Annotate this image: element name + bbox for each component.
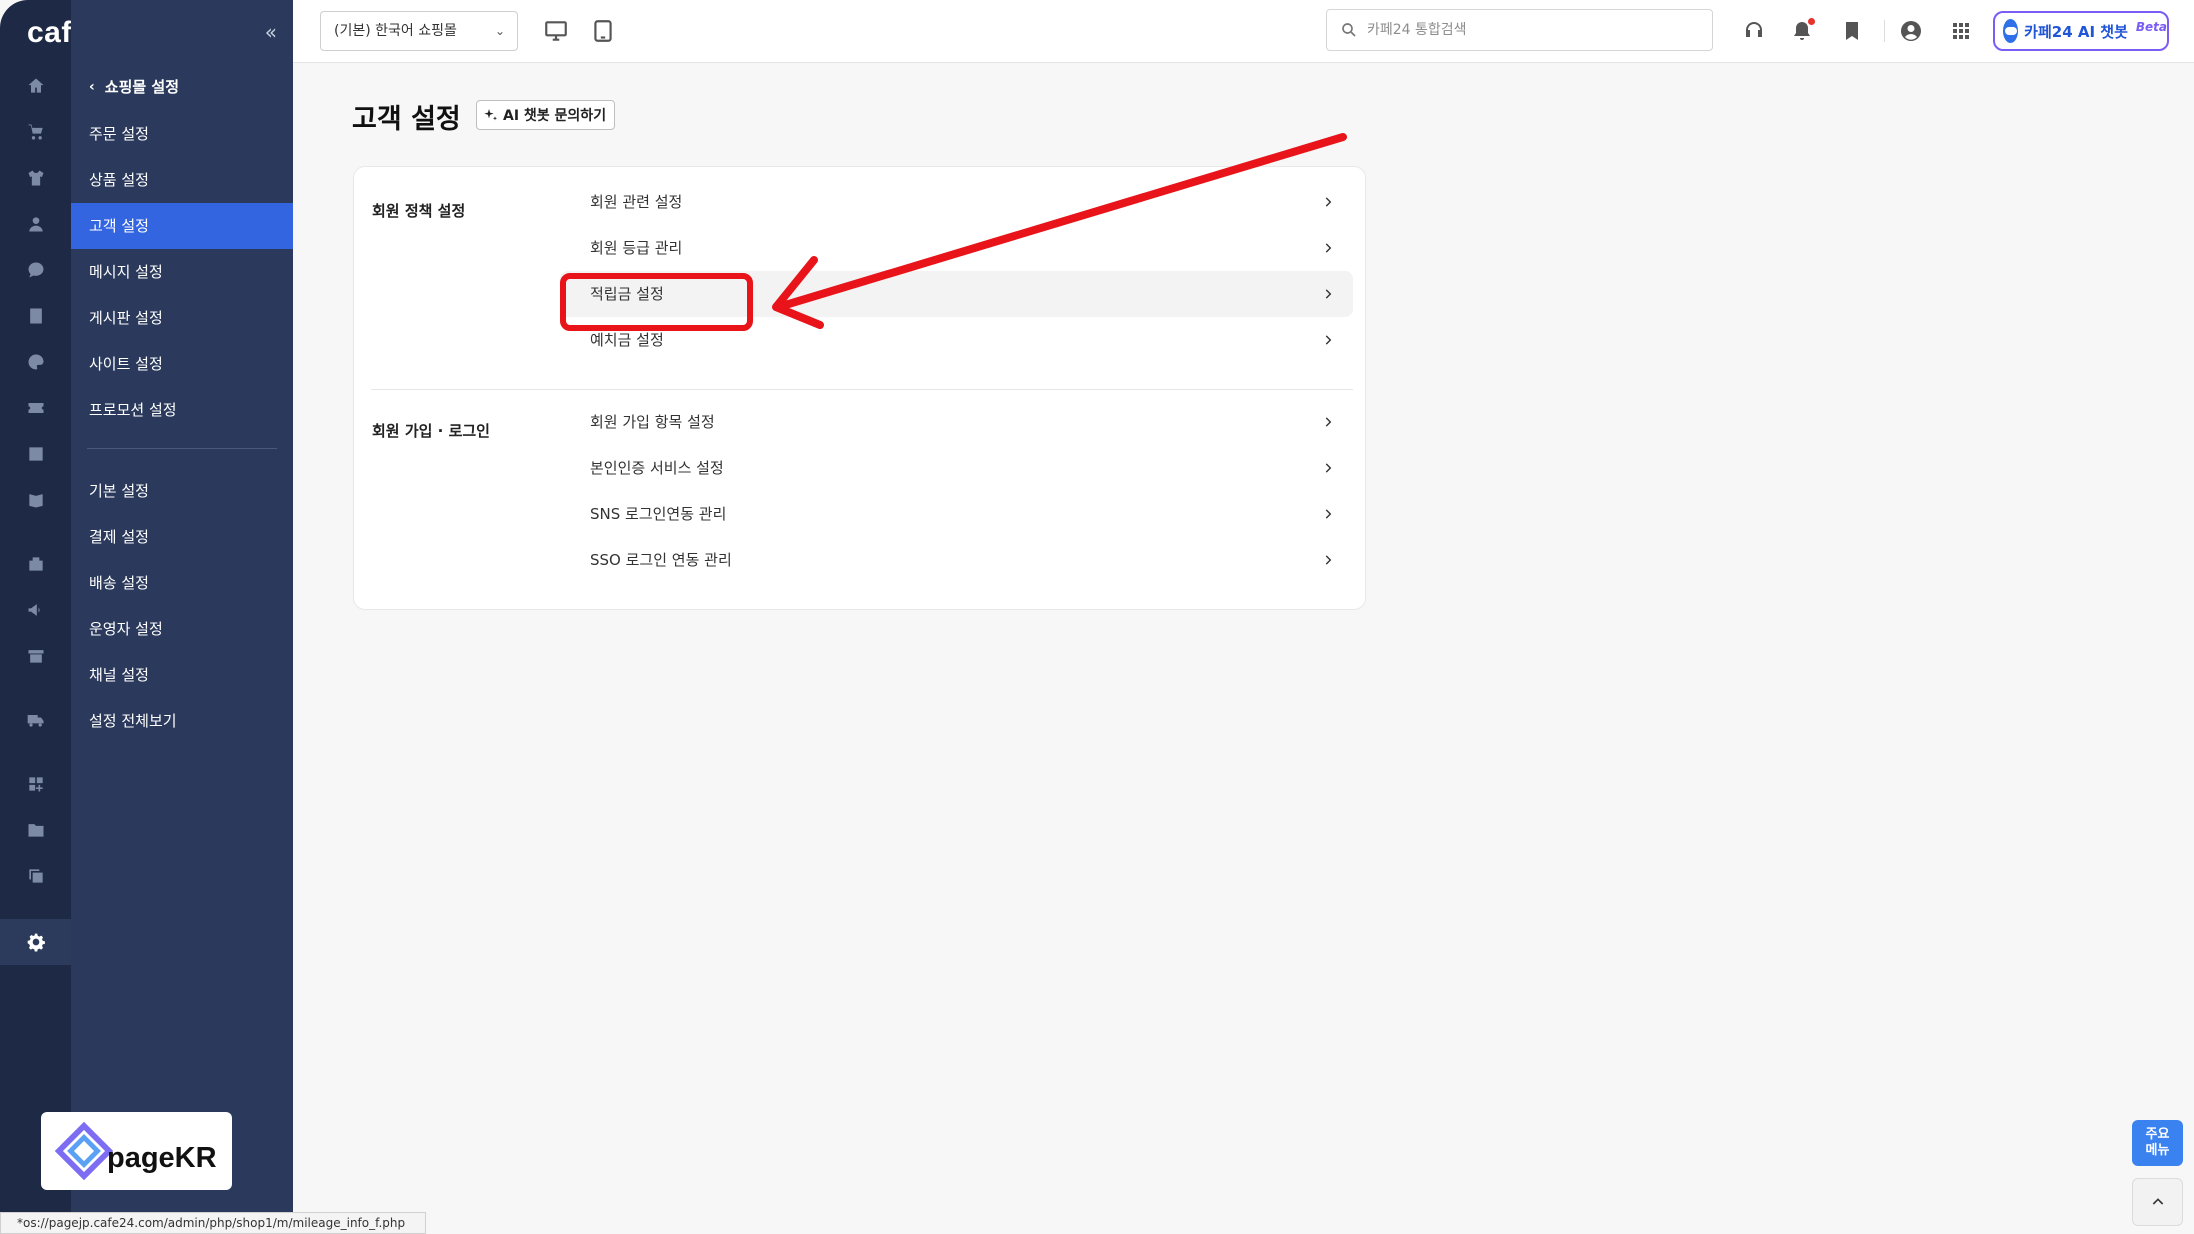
sidebar-item-product-settings[interactable]: 상품 설정 (71, 157, 293, 203)
sidebar-item-site-settings[interactable]: 사이트 설정 (71, 341, 293, 387)
shop-select-value: (기본) 한국어 쇼핑몰 (334, 23, 457, 39)
ticket-icon[interactable] (26, 398, 46, 418)
notification-dot (1808, 18, 1815, 25)
settings-row-sso-login[interactable]: SSO 로그인 연동 관리 (560, 537, 1353, 583)
truck-icon[interactable] (26, 710, 46, 730)
settings-sidebar: « ‹ 쇼핑몰 설정 주문 설정 상품 설정 고객 설정 메시지 설정 게시판 … (71, 0, 293, 1212)
page-title: 고객 설정 (352, 104, 461, 135)
sidebar-item-payment-settings[interactable]: 결제 설정 (71, 514, 293, 560)
ai-chat-inquiry-label: AI 챗봇 문의하기 (503, 108, 607, 124)
back-label: 쇼핑몰 설정 (104, 78, 180, 96)
search-box[interactable] (1326, 9, 1713, 51)
shop-select[interactable]: (기본) 한국어 쇼핑몰 ⌄ (320, 11, 518, 51)
store-icon[interactable] (26, 554, 46, 574)
row-label: 예치금 설정 (590, 331, 664, 349)
back-to-shop-settings[interactable]: ‹ 쇼핑몰 설정 (89, 76, 179, 97)
palette-icon[interactable] (26, 352, 46, 372)
row-label: 회원 가입 항목 설정 (590, 413, 715, 431)
sidebar-divider (87, 448, 277, 449)
chat-icon[interactable] (26, 260, 46, 280)
ai-chatbot-label: 카페24 AI 챗봇 (2024, 22, 2128, 41)
settings-row-sns-login[interactable]: SNS 로그인연동 관리 (560, 491, 1353, 537)
search-icon (1342, 23, 1356, 37)
chevron-down-icon: ⌄ (494, 24, 505, 38)
beta-badge: Beta (2135, 20, 2167, 34)
user-icon[interactable] (26, 214, 46, 234)
pagekr-logo-icon (55, 1122, 113, 1180)
pagekr-badge: pageKR (41, 1112, 232, 1190)
folder-plus-icon[interactable] (26, 820, 46, 840)
sidebar-item-all-settings[interactable]: 설정 전체보기 (71, 698, 293, 744)
desktop-icon[interactable] (543, 18, 569, 44)
section-divider (371, 389, 1353, 390)
sidebar-item-basic-settings[interactable]: 기본 설정 (71, 468, 293, 514)
grid-plus-icon[interactable] (26, 774, 46, 794)
icon-rail: cafe24 (0, 0, 123, 1212)
sidebar-item-channel-settings[interactable]: 채널 설정 (71, 652, 293, 698)
annotation-arrow (772, 133, 1347, 329)
account-icon[interactable] (1898, 18, 1924, 44)
settings-row-identity-verification[interactable]: 본인인증 서비스 설정 (560, 445, 1353, 491)
chatbot-icon (2003, 19, 2019, 43)
book-icon[interactable] (26, 490, 46, 510)
shirt-icon[interactable] (26, 168, 46, 188)
gear-icon[interactable] (26, 932, 46, 952)
sidebar-item-promotion-settings[interactable]: 프로모션 설정 (71, 387, 293, 433)
sidebar-item-operator-settings[interactable]: 운영자 설정 (71, 606, 293, 652)
megaphone-icon[interactable] (26, 600, 46, 620)
chevron-right-icon (1321, 445, 1335, 491)
ai-chatbot-button[interactable]: 카페24 AI 챗봇 Beta (1993, 11, 2169, 51)
chevron-up-icon (2152, 1198, 2163, 1205)
shop-plus-icon[interactable] (26, 646, 46, 666)
rail-settings-active[interactable] (0, 919, 71, 965)
sidebar-item-shipping-settings[interactable]: 배송 설정 (71, 560, 293, 606)
bell-icon[interactable] (1789, 18, 1815, 44)
headset-icon[interactable] (1741, 18, 1767, 44)
row-label: SNS 로그인연동 관리 (590, 505, 727, 523)
sidebar-item-message-settings[interactable]: 메시지 설정 (71, 249, 293, 295)
sidebar-item-customer-settings[interactable]: 고객 설정 (71, 203, 293, 249)
pagekr-text: pageKR (107, 1141, 217, 1174)
apps-grid-icon[interactable] (1948, 18, 1974, 44)
row-label: SSO 로그인 연동 관리 (590, 551, 732, 569)
settings-row-signup-fields[interactable]: 회원 가입 항목 설정 (560, 399, 1353, 445)
ai-chat-inquiry-button[interactable]: AI 챗봇 문의하기 (476, 100, 616, 130)
home-icon[interactable] (26, 76, 46, 96)
chart-icon[interactable] (26, 444, 46, 464)
chevron-left-icon: ‹ (89, 78, 95, 95)
sparkle-icon (484, 109, 497, 121)
row-label: 회원 등급 관리 (590, 239, 683, 257)
chevron-right-icon (1321, 537, 1335, 583)
section-title-signup-login: 회원 가입 · 로그인 (372, 422, 490, 440)
scroll-top-button[interactable] (2132, 1178, 2183, 1226)
status-bar-url: *os://pagejp.cafe24.com/admin/php/shop1/… (0, 1212, 426, 1234)
bookmark-icon[interactable] (1839, 18, 1865, 44)
sidebar-item-board-settings[interactable]: 게시판 설정 (71, 295, 293, 341)
tablet-icon[interactable] (590, 18, 616, 44)
cart-icon[interactable] (26, 122, 46, 142)
board-icon[interactable] (26, 306, 46, 326)
search-input[interactable] (1367, 10, 1697, 50)
sidebar-item-order-settings[interactable]: 주문 설정 (71, 111, 293, 157)
collapse-sidebar-button[interactable]: « (265, 20, 277, 44)
section-title-member-policy: 회원 정책 설정 (372, 202, 466, 220)
highlight-box (560, 273, 753, 331)
top-separator (1884, 20, 1885, 42)
chevron-right-icon (1321, 491, 1335, 537)
row-label: 회원 관련 설정 (590, 193, 683, 211)
top-bar: (기본) 한국어 쇼핑몰 ⌄ 카페24 AI 챗봇 Beta (293, 0, 2194, 63)
row-label: 본인인증 서비스 설정 (590, 459, 724, 477)
chevron-right-icon (1321, 399, 1335, 445)
main-menu-button[interactable]: 주요 메뉴 (2132, 1120, 2183, 1166)
copy-icon[interactable] (26, 866, 46, 886)
